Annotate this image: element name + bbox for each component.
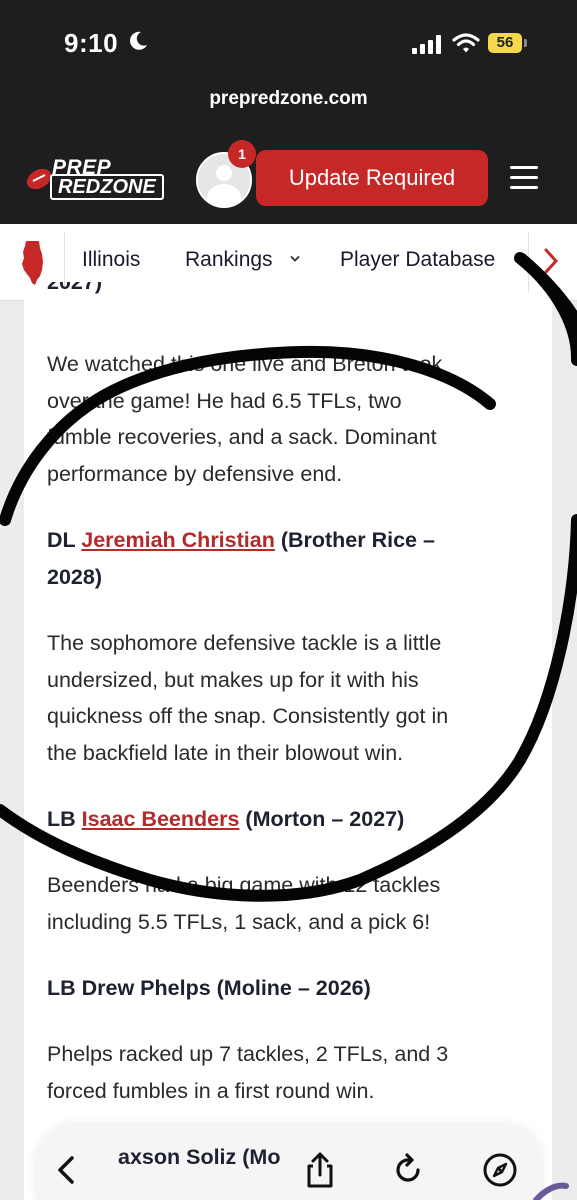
article-paragraph: The sophomore defensive tackle is a litt… <box>47 625 537 771</box>
nav-divider <box>528 232 529 292</box>
text-line: Beenders had a big game with 12 tackles <box>47 873 441 897</box>
nav-item-rankings[interactable]: Rankings <box>185 248 273 272</box>
top-header: 9:10 56 prepredzone.com PREP REDZONE 1 U <box>0 0 577 224</box>
player-heading: DL Jeremiah Christian (Brother Rice – 20… <box>47 522 537 595</box>
chevron-down-icon[interactable] <box>290 254 300 264</box>
player-position: DL <box>47 528 76 552</box>
nav-item-illinois[interactable]: Illinois <box>82 248 140 272</box>
nav-item-player-database[interactable]: Player Database <box>340 248 495 272</box>
partial-heading: axson Soliz (Mo <box>118 1145 281 1169</box>
battery-icon: 56 <box>488 33 522 53</box>
compass-icon[interactable] <box>480 1150 520 1190</box>
text-line: The sophomore defensive tackle is a litt… <box>47 631 442 655</box>
text-line: performance by defensive end. <box>47 461 343 486</box>
chevron-right-icon[interactable] <box>544 248 558 274</box>
player-link[interactable]: Jeremiah Christian <box>81 528 275 552</box>
text-line: quickness off the snap. Consistently got… <box>47 704 449 728</box>
status-bar: 9:10 56 <box>0 0 577 90</box>
heading-line: DL Jeremiah Christian (Brother Rice – <box>47 522 537 559</box>
moon-icon <box>130 31 147 50</box>
url-bar[interactable]: prepredzone.com <box>0 88 577 110</box>
player-link[interactable]: Isaac Beenders <box>82 807 240 831</box>
site-logo[interactable]: PREP REDZONE <box>22 156 164 200</box>
browser-toolbar <box>36 1126 542 1200</box>
text-line: undersized, but makes up for it with his <box>47 667 419 692</box>
logo-text-redzone: REDZONE <box>50 174 164 200</box>
share-icon[interactable] <box>300 1150 340 1190</box>
article-paragraph: Beenders had a big game with 12 tackles … <box>47 867 537 940</box>
back-icon[interactable] <box>48 1150 88 1190</box>
text-line: We watched this one live and Breton took <box>47 352 443 376</box>
article-paragraph: Phelps racked up 7 tackles, 2 TFLs, and … <box>47 1036 537 1109</box>
text-line: the backfield late in their blowout win. <box>47 740 404 765</box>
text-line: fumble recoveries, and a sack. Dominant <box>47 425 437 449</box>
player-heading: LB Drew Phelps (Moline – 2026) <box>47 976 371 1000</box>
text-line: Phelps racked up 7 tackles, 2 TFLs, and … <box>47 1042 449 1066</box>
avatar-body <box>207 184 241 206</box>
cut-off-heading: 2027) <box>47 282 102 294</box>
text-line: forced fumbles in a first round win. <box>47 1078 375 1103</box>
text-line: including 5.5 TFLs, 1 sack, and a pick 6… <box>47 909 431 934</box>
player-school: (Morton – 2027) <box>245 807 405 831</box>
avatar-head <box>216 165 232 181</box>
wifi-icon <box>452 33 480 53</box>
signal-icon <box>412 34 444 54</box>
update-required-button[interactable]: Update Required <box>256 150 488 206</box>
battery-tip <box>524 39 527 47</box>
text-line: over the game! He had 6.5 TFLs, two <box>47 388 402 413</box>
reload-icon[interactable] <box>388 1150 428 1190</box>
player-school: (Brother Rice – <box>280 528 435 552</box>
menu-icon[interactable] <box>510 166 538 190</box>
notification-badge: 1 <box>228 140 256 168</box>
player-class: 2028) <box>47 564 102 589</box>
player-heading: LB Isaac Beenders (Morton – 2027) <box>47 801 537 838</box>
illinois-state-icon[interactable] <box>20 240 46 286</box>
player-position: LB <box>47 807 76 831</box>
article-paragraph: We watched this one live and Breton took… <box>47 346 537 492</box>
status-time: 9:10 <box>64 28 119 58</box>
